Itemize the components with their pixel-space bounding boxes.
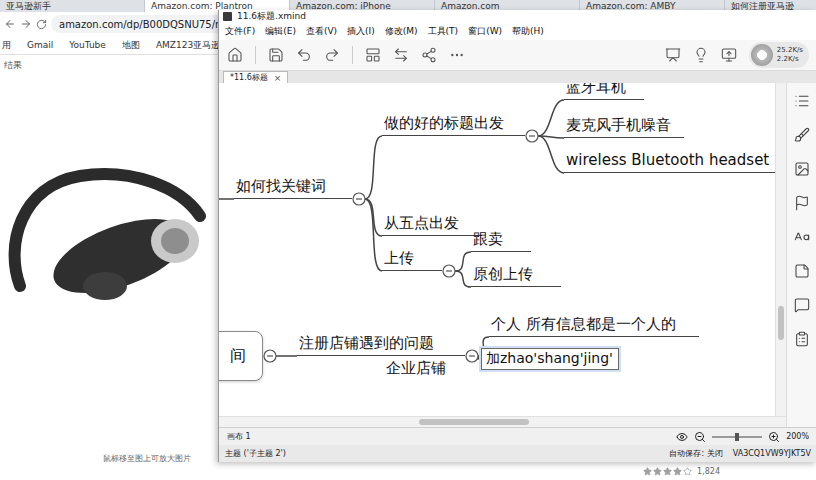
bookmark-item[interactable]: 用: [2, 39, 11, 52]
right-panel-bar: [786, 83, 816, 427]
headset-product-photo[interactable]: [0, 136, 215, 336]
image-icon[interactable]: [794, 161, 810, 177]
horizontal-scrollbar[interactable]: [219, 416, 786, 427]
xmind-window: 11.6标题.xmind 文件(F) 编辑(E) 查看(V) 插入(I) 修改(M) 工具(…: [218, 10, 816, 462]
marker-icon[interactable]: [794, 195, 810, 211]
more-icon[interactable]: [449, 47, 465, 63]
document-tab[interactable]: *11.6标题×: [223, 71, 288, 83]
star-icon: [673, 467, 682, 476]
topic-node[interactable]: 跟卖: [471, 228, 531, 252]
note-icon[interactable]: [794, 263, 810, 279]
network-dial-icon: [751, 44, 773, 66]
outline-icon[interactable]: [794, 93, 810, 109]
brainstorm-icon[interactable]: [693, 47, 709, 63]
menu-item[interactable]: 帮助(H): [512, 25, 544, 38]
collapse-toggle-icon[interactable]: [466, 350, 478, 362]
home-icon[interactable]: [227, 47, 243, 63]
workspace: 间 如何找关键词 做的好的标题出发 蓝牙耳机麦克风手机噪音 wireless Bluet…: [219, 83, 816, 427]
bookmark-item[interactable]: 地图: [122, 39, 140, 52]
scroll-thumb[interactable]: [778, 306, 784, 340]
zoom-reading: 200%: [786, 432, 809, 441]
presentation-icon[interactable]: [665, 47, 681, 63]
back-icon[interactable]: [4, 18, 16, 30]
star-icon: [663, 467, 672, 476]
toolbar-separator: [352, 46, 353, 64]
topic-node[interactable]: 个人 所有信息都是一个人的: [489, 313, 699, 337]
menu-item[interactable]: 窗口(W): [468, 25, 502, 38]
canvas-tab[interactable]: 画布 1: [227, 431, 251, 442]
comment-icon[interactable]: [794, 297, 810, 313]
upload-speed: 25.2K/s: [777, 46, 803, 55]
topic-node[interactable]: 如何找关键词: [234, 175, 352, 199]
root-topic[interactable]: 间: [219, 331, 263, 381]
status-topic: 主题 ('子主题 2'): [225, 448, 286, 459]
menu-item[interactable]: 工具(T): [428, 25, 459, 38]
zoom-slider[interactable]: [712, 436, 762, 438]
export-icon[interactable]: [721, 47, 737, 63]
reload-icon[interactable]: [36, 19, 47, 30]
save-icon[interactable]: [268, 47, 284, 63]
xmind-logo-icon: [223, 12, 232, 21]
network-meter: 25.2K/s2.2K/s: [749, 42, 809, 68]
star-icon: [653, 467, 662, 476]
collapse-toggle-icon[interactable]: [264, 350, 276, 362]
menu-bar: 文件(F) 编辑(E) 查看(V) 插入(I) 修改(M) 工具(T) 窗口(W) 帮助(H): [219, 22, 816, 40]
topic-node[interactable]: 蓝牙耳机: [564, 83, 644, 100]
collapse-toggle-icon[interactable]: [443, 265, 455, 277]
text-icon[interactable]: [794, 229, 810, 245]
rating-row[interactable]: 1,824: [0, 464, 816, 478]
license-code: VA3CQ1VW9YJKT5V: [733, 449, 811, 458]
task-icon[interactable]: [794, 331, 810, 347]
scroll-thumb[interactable]: [419, 419, 529, 425]
topic-node[interactable]: 从五点出发: [382, 212, 482, 236]
forward-icon[interactable]: [20, 18, 32, 30]
topic-node[interactable]: 做的好的标题出发: [382, 112, 525, 136]
browser-tab[interactable]: 亚马逊新手: [0, 0, 145, 12]
download-speed: 2.2K/s: [777, 55, 803, 64]
menu-item[interactable]: 编辑(E): [265, 25, 296, 38]
menu-item[interactable]: 文件(F): [225, 25, 255, 38]
format-icon[interactable]: [794, 127, 810, 143]
redo-icon[interactable]: [324, 47, 340, 63]
relationship-icon[interactable]: [393, 47, 409, 63]
zoom-in-icon[interactable]: [768, 431, 780, 443]
tab-close-button[interactable]: ×: [274, 73, 282, 83]
topic-node[interactable]: 注册店铺遇到的问题: [297, 332, 465, 356]
bookmark-item[interactable]: Gmail: [27, 40, 53, 50]
menu-item[interactable]: 修改(M): [385, 25, 418, 38]
topic-node[interactable]: 原创上传: [471, 263, 561, 287]
rating-count[interactable]: 1,824: [697, 467, 720, 476]
desktop: 亚马逊新手Amazon.com: PlantronAmazon.com: iPh…: [0, 0, 816, 480]
topic-edit-field[interactable]: 加zhao'shang'jing': [481, 348, 619, 370]
bookmark-item[interactable]: YouTube: [69, 40, 106, 50]
autosave-status[interactable]: 自动保存: 关闭: [669, 448, 722, 459]
canvas-bar: 画布 1 200%: [219, 427, 816, 445]
share-icon[interactable]: [421, 47, 437, 63]
star-icon: [643, 467, 652, 476]
status-bar: 主题 ('子主题 2') 自动保存: 关闭 VA3CQ1VW9YJKT5V: [219, 445, 816, 462]
document-tabs: *11.6标题×: [219, 71, 816, 83]
structure-icon[interactable]: [365, 47, 381, 63]
toolbar-separator: [255, 46, 256, 64]
mindmap-canvas[interactable]: 间 如何找关键词 做的好的标题出发 蓝牙耳机麦克风手机噪音 wireless Bluet…: [219, 83, 775, 416]
product-image[interactable]: [0, 136, 215, 336]
topic-node[interactable]: 企业店铺: [384, 357, 459, 381]
star-icon: [683, 467, 692, 476]
topic-node[interactable]: wireless Bluetooth headset: [564, 149, 775, 173]
undo-icon[interactable]: [296, 47, 312, 63]
topic-node[interactable]: 麦克风手机噪音: [564, 114, 684, 138]
zoom-thumb[interactable]: [735, 433, 739, 441]
vertical-scrollbar[interactable]: [775, 83, 786, 416]
menu-item[interactable]: 插入(I): [347, 25, 375, 38]
toolbar: 25.2K/s2.2K/s: [219, 40, 816, 71]
title-bar: 11.6标题.xmind: [219, 10, 816, 22]
zoom-out-icon[interactable]: [694, 431, 706, 443]
window-title: 11.6标题.xmind: [237, 10, 306, 23]
topic-node[interactable]: 上传: [382, 247, 442, 271]
view-icon[interactable]: [676, 431, 688, 443]
collapse-toggle-icon[interactable]: [526, 130, 538, 142]
menu-item[interactable]: 查看(V): [306, 25, 337, 38]
collapse-toggle-icon[interactable]: [353, 193, 365, 205]
bookmark-item[interactable]: AMZ123亚马逊: [156, 39, 220, 52]
